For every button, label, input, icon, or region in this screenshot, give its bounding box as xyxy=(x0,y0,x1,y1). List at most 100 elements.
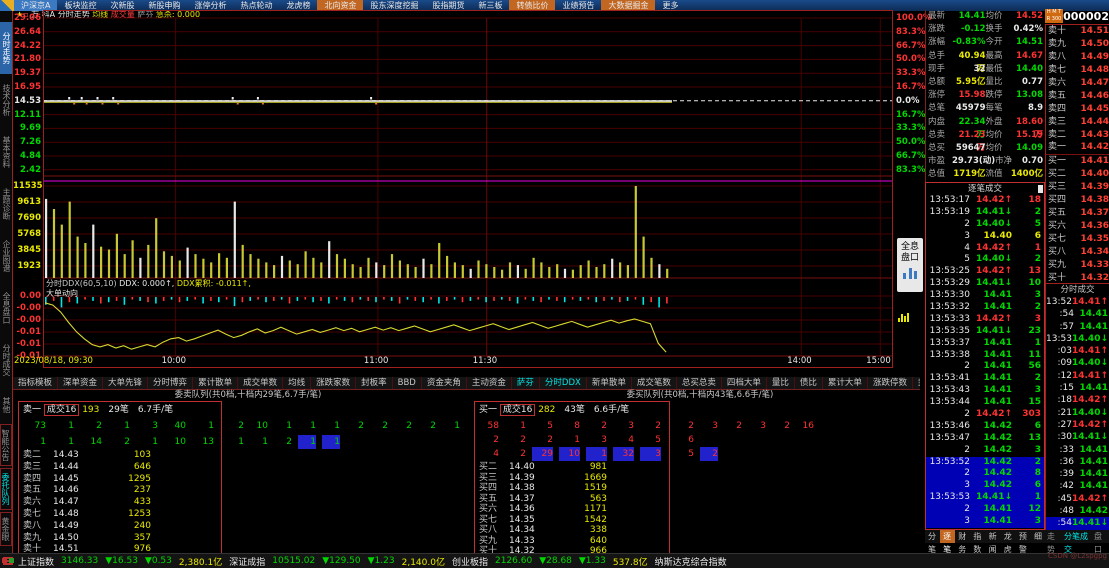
indicator-tab-深单资金[interactable]: 深单资金 xyxy=(58,377,104,389)
status-segment[interactable]: 创业板指 xyxy=(452,555,488,568)
status-segment[interactable]: ▼0.53 xyxy=(145,556,172,566)
depth-level-row[interactable]: 买二 14.40 981 xyxy=(475,462,669,473)
tick-row[interactable]: 13:53:53 14.41↓ 1 xyxy=(926,492,1044,505)
status-segment[interactable]: ▼1.33 xyxy=(579,556,606,566)
sidebar-tab-黄金眼[interactable]: 黄金眼 xyxy=(0,512,12,546)
time-sales-row[interactable]: :03 14.41↑ xyxy=(1046,345,1109,357)
tick-row[interactable]: 13:53:19 14.41↓ 2 xyxy=(926,207,1044,219)
sidebar-tab-基本资料[interactable]: 基本资料 xyxy=(0,126,12,178)
bid-level-row[interactable]: 买八 14.34 xyxy=(1046,246,1109,259)
tick-row[interactable]: 13:53:52 14.42 2 xyxy=(926,456,1044,469)
tick-row[interactable]: 3 14.41 3 xyxy=(926,516,1044,528)
tick-row[interactable]: 13:53:41 14.41 2 xyxy=(926,373,1044,385)
time-sales-row[interactable]: :12 14.41↑ xyxy=(1046,370,1109,382)
time-sales-row[interactable]: :15 14.41 xyxy=(1046,382,1109,394)
depth-level-row[interactable]: 卖四 14.45 1295 xyxy=(19,474,221,486)
indicator-tab-萨芬[interactable]: 萨芬 xyxy=(512,377,540,389)
sidebar-tab-其他[interactable]: 其他 xyxy=(0,389,12,421)
bid-level-row[interactable]: 买五 14.37 xyxy=(1046,207,1109,220)
sidebar-tab-全息盘口[interactable]: 全息盘口 xyxy=(0,282,12,334)
indicator-tab-指标模板[interactable]: 指标模板 xyxy=(13,377,59,389)
indicator-tab-累计大单[interactable]: 累计大单 xyxy=(823,377,868,389)
depth-level-row[interactable]: 买七 14.35 1542 xyxy=(475,515,669,526)
indicator-tab-均线[interactable]: 均线 xyxy=(283,377,312,389)
tick-row[interactable]: 2 14.41 12 xyxy=(926,504,1044,517)
ask-level-row[interactable]: 卖十 14.51 xyxy=(1046,25,1109,38)
indicator-tab-量比[interactable]: 量比 xyxy=(767,377,795,389)
tick-tab-新闻[interactable]: 新闻 xyxy=(986,530,1001,554)
time-sales-row[interactable]: :18 14.42↑ xyxy=(1046,394,1109,406)
time-sales-row[interactable]: :42 14.41 xyxy=(1046,480,1109,492)
sidebar-tab-技术分析[interactable]: 技术分析 xyxy=(0,74,12,126)
trade-tag[interactable]: 成交16 xyxy=(43,404,80,416)
ask-level-row[interactable]: 卖四 14.45 xyxy=(1046,103,1109,116)
bid-level-row[interactable]: 买一 14.41 xyxy=(1046,155,1109,168)
time-sales-row[interactable]: :57 14.41 xyxy=(1046,321,1109,333)
bid-level-row[interactable]: 买七 14.35 xyxy=(1046,233,1109,246)
tick-row[interactable]: 5 14.40↓ 2 xyxy=(926,254,1044,266)
status-segment[interactable]: ▼129.50 xyxy=(322,556,360,566)
depth-level-row[interactable]: 卖五 14.46 237 xyxy=(19,485,221,497)
indicator-tab-累计散单[interactable]: 累计散单 xyxy=(193,377,239,389)
tick-row[interactable]: 13:53:32 14.41 2 xyxy=(926,302,1044,314)
status-segment[interactable]: ▼1.23 xyxy=(368,556,395,566)
depth-level-row[interactable]: 买五 14.37 563 xyxy=(475,494,669,505)
indicator-tab-BBD[interactable]: BBD xyxy=(393,377,422,389)
depth-level-row[interactable]: 买八 14.34 338 xyxy=(475,525,669,536)
bid-level-row[interactable]: 买二 14.40 xyxy=(1046,168,1109,181)
time-sales-row[interactable]: :09 14.40↓ xyxy=(1046,357,1109,369)
holographic-orderbook-button[interactable]: 全息 盘口 xyxy=(897,238,923,292)
tick-row[interactable]: 13:53:43 14.41 3 xyxy=(926,385,1044,397)
scrollbar-thumb[interactable] xyxy=(1038,185,1043,193)
depth-level-row[interactable]: 买九 14.33 640 xyxy=(475,536,669,547)
tick-row[interactable]: 2 14.41 56 xyxy=(926,361,1044,373)
tick-row[interactable]: 2 14.42 3 xyxy=(926,445,1044,457)
tick-row[interactable]: 13:53:30 14.41 3 xyxy=(926,290,1044,302)
depth-level-row[interactable]: 买三 14.39 1669 xyxy=(475,473,669,484)
indicator-tab-大单先锋[interactable]: 大单先锋 xyxy=(103,377,149,389)
ask-level-row[interactable]: 卖二 14.43 xyxy=(1046,129,1109,142)
indicator-tab-分时博弈[interactable]: 分时博弈 xyxy=(148,377,194,389)
indicator-tab-封板率[interactable]: 封板率 xyxy=(356,377,393,389)
depth-level-row[interactable]: 卖九 14.50 357 xyxy=(19,533,221,545)
indicator-tab-分时DDX[interactable]: 分时DDX xyxy=(540,377,587,389)
status-segment[interactable]: 2,380.1亿 xyxy=(179,555,222,568)
tick-row[interactable]: 13:53:35 14.41↓ 23 xyxy=(926,326,1044,338)
indicator-tab-债比[interactable]: 债比 xyxy=(795,377,823,389)
tick-row[interactable]: 13:53:46 14.42 6 xyxy=(926,421,1044,433)
depth-level-row[interactable]: 卖七 14.48 1253 xyxy=(19,509,221,521)
sidebar-tab-委托队列[interactable]: 委托队列 xyxy=(0,468,12,510)
indicator-tab-新单散单[interactable]: 新单散单 xyxy=(587,377,632,389)
ask-level-row[interactable]: 卖八 14.49 xyxy=(1046,51,1109,64)
indicator-tab-四档大单[interactable]: 四档大单 xyxy=(722,377,767,389)
status-segment[interactable]: ▼16.53 xyxy=(105,556,138,566)
ask-level-row[interactable]: 卖七 14.48 xyxy=(1046,64,1109,77)
bid-level-row[interactable]: 买九 14.33 xyxy=(1046,259,1109,272)
sidebar-tab-分时走势[interactable]: 分时走势 xyxy=(0,22,12,74)
depth-level-row[interactable]: 卖六 14.47 433 xyxy=(19,497,221,509)
time-sales-row[interactable]: :30 14.41↓ xyxy=(1046,431,1109,443)
time-sales-row[interactable]: 13:53 14.40↓ xyxy=(1046,333,1109,345)
tick-tab-龙虎[interactable]: 龙虎 xyxy=(1001,530,1016,554)
ts-tab-走势[interactable]: 走势 xyxy=(1045,530,1062,554)
tick-row[interactable]: 13:53:44 14.41 15 xyxy=(926,397,1044,409)
indicator-tab-资金夹角[interactable]: 资金夹角 xyxy=(422,377,467,389)
trade-tag[interactable]: 成交16 xyxy=(499,404,536,416)
indicator-tab-涨跌家数[interactable]: 涨跌家数 xyxy=(311,377,357,389)
tick-row[interactable]: 13:53:29 14.41↓ 10 xyxy=(926,278,1044,290)
depth-level-row[interactable]: 卖二 14.43 103 xyxy=(19,450,221,462)
time-sales-row[interactable]: :36 14.41 xyxy=(1046,456,1109,468)
sidebar-tab-智能公告[interactable]: 智能公告 xyxy=(0,424,12,466)
tick-row[interactable]: 2 14.40↓ 5 xyxy=(926,219,1044,231)
time-sales-row[interactable]: :33 14.41 xyxy=(1046,444,1109,456)
tick-tab-分笔[interactable]: 分笔 xyxy=(925,530,940,554)
ask-level-row[interactable]: 卖三 14.44 xyxy=(1046,116,1109,129)
tick-tab-逐笔[interactable]: 逐笔 xyxy=(940,530,956,554)
tick-row[interactable]: 13:53:17 14.42↑ 18 xyxy=(926,195,1044,207)
ts-tab-分笔成交[interactable]: 分笔成交 xyxy=(1062,530,1092,554)
status-segment[interactable]: 537.8亿 xyxy=(613,555,648,568)
status-segment[interactable]: 10515.02 xyxy=(272,556,315,566)
tick-row[interactable]: 13:53:38 14.41 11 xyxy=(926,350,1044,362)
status-segment[interactable]: 2126.60 xyxy=(495,556,532,566)
tick-tab-细[interactable]: 细 xyxy=(1031,530,1045,543)
